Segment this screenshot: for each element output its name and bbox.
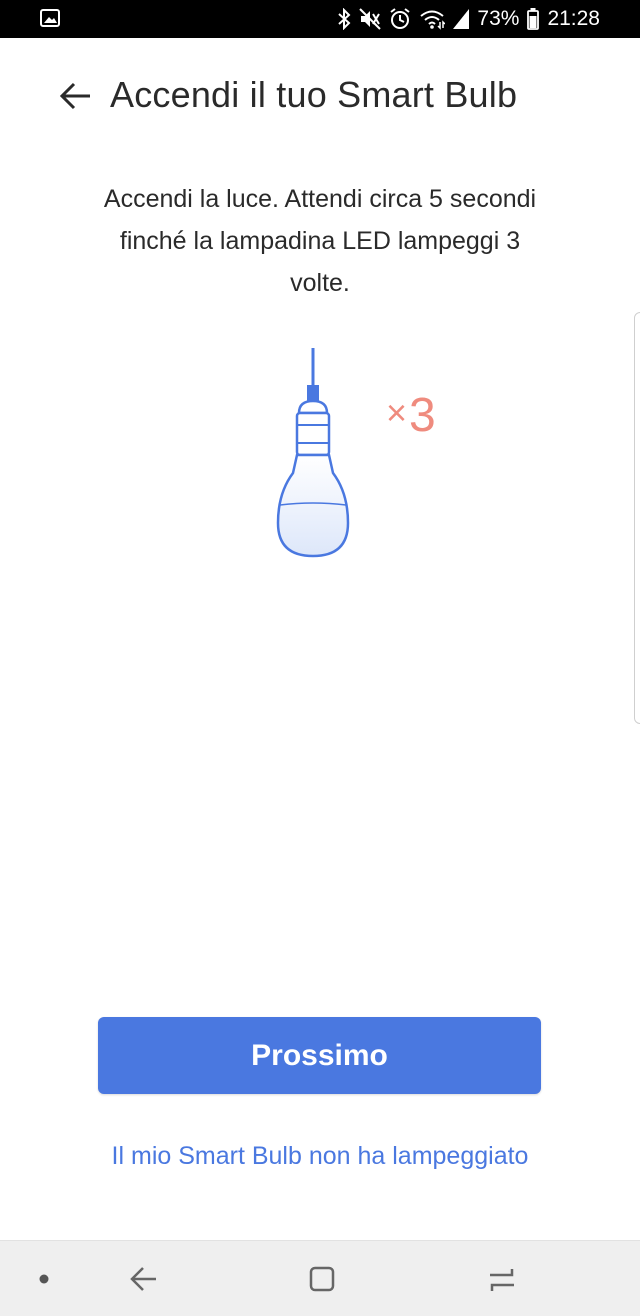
- light-bulb-icon: [270, 345, 470, 565]
- battery-percent: 73%: [477, 7, 520, 30]
- dot-icon[interactable]: [24, 1259, 64, 1299]
- back-icon[interactable]: [124, 1259, 164, 1299]
- status-bar: 73% 21:28: [0, 0, 640, 38]
- bulb-did-not-blink-link[interactable]: Il mio Smart Bulb non ha lampeggiato: [0, 1142, 640, 1171]
- next-button[interactable]: Prossimo: [98, 1017, 541, 1094]
- alarm-icon: [389, 8, 411, 30]
- signal-icon: [453, 9, 470, 29]
- clock: 21:28: [547, 7, 600, 30]
- edge-panel-handle[interactable]: [634, 312, 640, 724]
- instruction-text: Accendi la luce. Attendi circa 5 secondi…: [103, 185, 537, 297]
- mute-icon: [359, 8, 382, 30]
- status-icons: 73% 21:28: [337, 6, 600, 32]
- blink-count: 3: [409, 389, 436, 442]
- home-icon[interactable]: [302, 1259, 342, 1299]
- wifi-icon: [419, 8, 446, 30]
- blink-count-label: ×3: [386, 388, 436, 443]
- image-icon: [40, 9, 60, 32]
- battery-icon: [527, 8, 540, 30]
- page-title: Accendi il tuo Smart Bulb: [110, 74, 518, 115]
- bluetooth-icon: [337, 8, 351, 30]
- header: Accendi il tuo Smart Bulb: [0, 38, 640, 156]
- arrow-left-icon[interactable]: [56, 76, 96, 116]
- recents-icon[interactable]: [482, 1259, 522, 1299]
- times-symbol: ×: [386, 392, 408, 433]
- navigation-bar: [0, 1240, 640, 1316]
